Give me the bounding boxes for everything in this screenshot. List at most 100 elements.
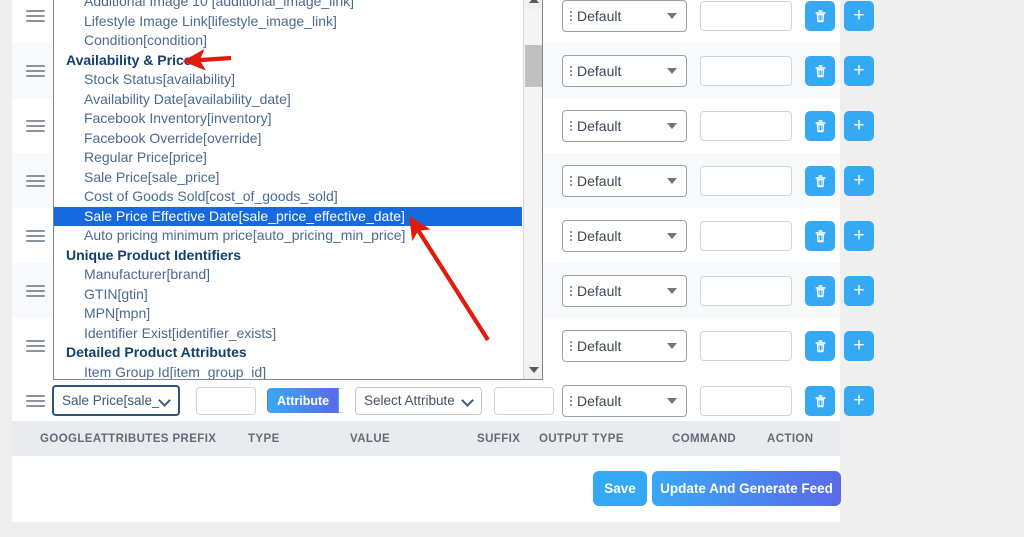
chevron-down-icon — [667, 398, 677, 404]
dropdown-option[interactable]: Facebook Override[override] — [54, 129, 522, 149]
delete-row-button[interactable] — [805, 56, 835, 86]
googleattributes-dropdown[interactable]: Additional Image 10 [additional_image_li… — [53, 0, 543, 380]
dropdown-option[interactable]: Lifestyle Image Link[lifestyle_image_lin… — [54, 12, 522, 32]
scroll-up-arrow-icon[interactable] — [524, 0, 543, 9]
add-row-button[interactable]: + — [844, 111, 874, 141]
add-row-button[interactable]: + — [844, 276, 874, 306]
scroll-down-arrow-icon[interactable] — [524, 361, 543, 379]
add-row-button[interactable]: + — [844, 386, 874, 416]
delete-row-button[interactable] — [805, 221, 835, 251]
dropdown-option[interactable]: Stock Status[availability] — [54, 70, 522, 90]
prefix-input[interactable] — [196, 387, 256, 415]
chevron-down-icon — [667, 288, 677, 294]
delete-row-button[interactable] — [805, 331, 835, 361]
chevron-down-icon — [159, 395, 171, 407]
chevron-down-icon — [667, 123, 677, 129]
delete-row-button[interactable] — [805, 1, 835, 31]
output-type-select[interactable]: Default — [562, 385, 687, 417]
drag-handle-icon[interactable] — [18, 340, 52, 352]
output-type-label: Default — [577, 8, 667, 24]
save-button[interactable]: Save — [593, 471, 647, 506]
output-type-select[interactable]: Default — [562, 55, 687, 87]
output-type-select[interactable]: Default — [562, 110, 687, 142]
delete-row-button[interactable] — [805, 111, 835, 141]
dropdown-option[interactable]: Manufacturer[brand] — [54, 265, 522, 285]
drag-handle-icon[interactable] — [18, 65, 52, 77]
command-input[interactable] — [700, 331, 792, 361]
command-input[interactable] — [700, 221, 792, 251]
dropdown-option[interactable]: Additional Image 10 [additional_image_li… — [54, 0, 522, 12]
chevron-down-icon — [667, 13, 677, 19]
type-toggle-text[interactable]: Text — [339, 388, 345, 413]
drag-handle-icon[interactable] — [18, 175, 52, 187]
dropdown-scrollbar[interactable] — [523, 0, 542, 379]
drag-dots-icon — [570, 66, 572, 76]
output-type-label: Default — [577, 338, 667, 354]
delete-row-button[interactable] — [805, 166, 835, 196]
drag-dots-icon — [570, 121, 572, 131]
drag-dots-icon — [570, 11, 572, 21]
dropdown-option[interactable]: Item Group Id[item_group_id] — [54, 363, 522, 381]
app-screen: Default + Default + Default + Default + Default +… — [0, 0, 1024, 537]
command-input[interactable] — [700, 111, 792, 141]
drag-dots-icon — [570, 176, 572, 186]
dropdown-option-list[interactable]: Additional Image 10 [additional_image_li… — [54, 0, 522, 379]
output-type-select[interactable]: Default — [562, 220, 687, 252]
type-toggle-attribute[interactable]: Attribute — [267, 388, 339, 413]
drag-handle-icon[interactable] — [18, 230, 52, 242]
suffix-input[interactable] — [494, 387, 554, 415]
dropdown-group-heading: Detailed Product Attributes — [54, 343, 522, 363]
dropdown-option[interactable]: Facebook Inventory[inventory] — [54, 109, 522, 129]
add-row-button[interactable]: + — [844, 1, 874, 31]
table-row-editing: Sale Price[sale_ AttributeText Select Attr… — [12, 373, 840, 428]
chevron-down-icon — [667, 178, 677, 184]
output-type-select[interactable]: Default — [562, 165, 687, 197]
drag-handle-icon[interactable] — [18, 285, 52, 297]
output-type-select[interactable]: Default — [562, 275, 687, 307]
type-toggle[interactable]: AttributeText — [267, 388, 345, 413]
output-type-select[interactable]: Default — [562, 330, 687, 362]
value-attribute-select[interactable]: Select Attribute — [355, 387, 482, 415]
row-fields-area: Sale Price[sale_ AttributeText Select Attr… — [52, 381, 554, 421]
drag-handle-icon[interactable] — [18, 10, 52, 22]
drag-handle-icon[interactable] — [18, 395, 52, 407]
dropdown-option[interactable]: Sale Price[sale_price] — [54, 168, 522, 188]
form-footer: Save Update And Generate Feed — [12, 456, 840, 522]
column-header: ACTION — [767, 433, 813, 445]
drag-handle-icon[interactable] — [18, 120, 52, 132]
chevron-down-icon — [667, 68, 677, 74]
command-input[interactable] — [700, 166, 792, 196]
command-input[interactable] — [700, 276, 792, 306]
value-attribute-label: Select Attribute — [364, 393, 462, 408]
add-row-button[interactable]: + — [844, 331, 874, 361]
output-type-select[interactable]: Default — [562, 0, 687, 32]
dropdown-option[interactable]: Identifier Exist[identifier_exists] — [54, 324, 522, 344]
add-row-button[interactable]: + — [844, 221, 874, 251]
delete-row-button[interactable] — [805, 386, 835, 416]
update-and-generate-feed-button[interactable]: Update And Generate Feed — [652, 471, 841, 506]
dropdown-option[interactable]: Condition[condition] — [54, 31, 522, 51]
column-header: COMMAND — [672, 433, 736, 445]
dropdown-option[interactable]: MPN[mpn] — [54, 304, 522, 324]
command-input[interactable] — [700, 386, 792, 416]
column-header: TYPE — [248, 433, 280, 445]
drag-dots-icon — [570, 396, 572, 406]
command-input[interactable] — [700, 56, 792, 86]
dropdown-option-selected[interactable]: Sale Price Effective Date[sale_price_eff… — [54, 207, 522, 227]
dropdown-option[interactable]: Cost of Goods Sold[cost_of_goods_sold] — [54, 187, 522, 207]
add-row-button[interactable]: + — [844, 166, 874, 196]
dropdown-option[interactable]: Auto pricing minimum price[auto_pricing_… — [54, 226, 522, 246]
table-header-row: GOOGLEATTRIBUTES PREFIXTYPEVALUESUFFIXOU… — [12, 421, 840, 456]
add-row-button[interactable]: + — [844, 56, 874, 86]
command-input[interactable] — [700, 1, 792, 31]
output-type-label: Default — [577, 283, 667, 299]
googleattributes-select[interactable]: Sale Price[sale_ — [52, 385, 180, 416]
delete-row-button[interactable] — [805, 276, 835, 306]
googleattributes-select-label: Sale Price[sale_ — [62, 393, 159, 408]
column-header: VALUE — [350, 433, 390, 445]
dropdown-option[interactable]: Availability Date[availability_date] — [54, 90, 522, 110]
output-type-label: Default — [577, 63, 667, 79]
dropdown-option[interactable]: Regular Price[price] — [54, 148, 522, 168]
scrollbar-thumb[interactable] — [525, 45, 542, 87]
dropdown-option[interactable]: GTIN[gtin] — [54, 285, 522, 305]
